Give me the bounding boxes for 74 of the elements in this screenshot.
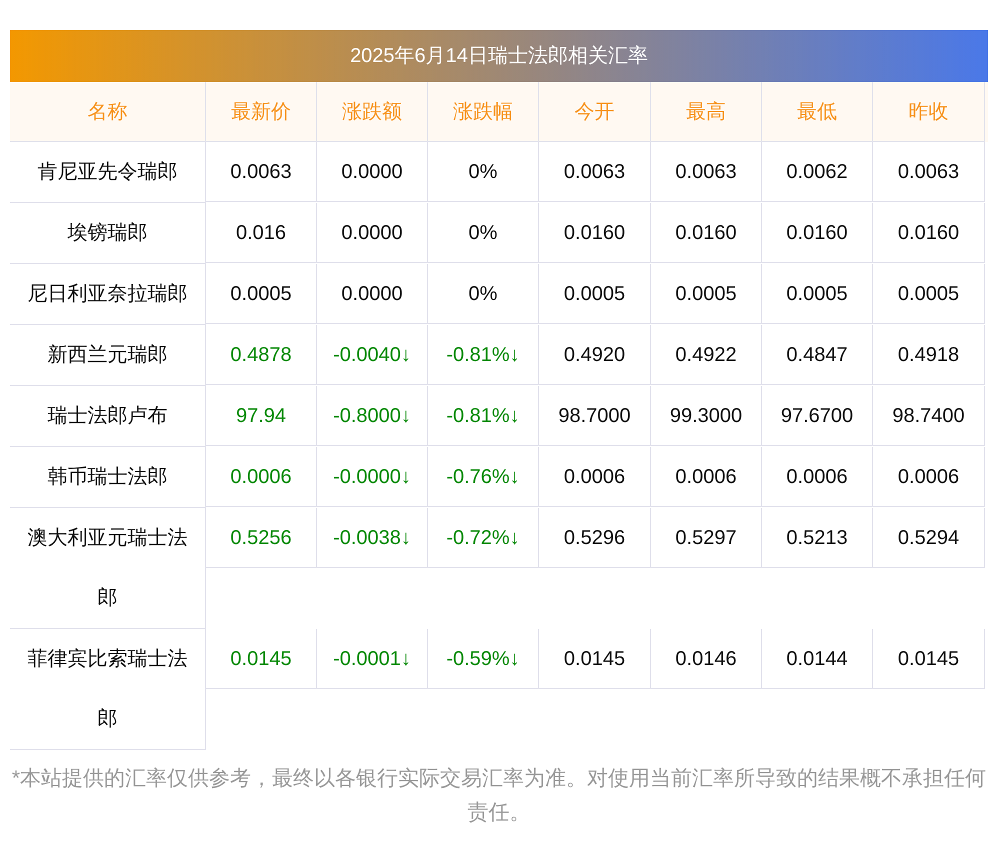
currency-name-cell: 菲律宾比索瑞士法郎 (10, 629, 206, 750)
disclaimer-text: *本站提供的汇率仅供参考，最终以各银行实际交易汇率为准。对使用当前汇率所导致的结果概不承担任何责任。 (10, 766, 988, 826)
table-cell: -0.0000↓ (317, 447, 428, 507)
column-header: 最低 (762, 82, 873, 142)
table-cell: 0.0063 (206, 142, 317, 202)
table-cell: 0.0145 (539, 629, 651, 689)
table-cell: 0.0145 (206, 629, 317, 689)
table-cell: -0.0001↓ (317, 629, 428, 689)
table-cell: -0.0038↓ (317, 508, 428, 568)
table-cell: 0.0005 (539, 264, 651, 324)
currency-name-cell: 新西兰元瑞郎 (10, 325, 206, 386)
currency-name-cell: 尼日利亚奈拉瑞郎 (10, 264, 206, 325)
table-cell: 0.0145 (873, 629, 985, 689)
table-cell: 0.4922 (651, 325, 762, 385)
table-cell: 97.6700 (762, 386, 873, 446)
column-header: 昨收 (873, 82, 985, 142)
table-cell: -0.76%↓ (428, 447, 539, 507)
table-title: 2025年6月14日瑞士法郎相关汇率 (10, 30, 988, 82)
table-cell: 98.7400 (873, 386, 985, 446)
table-cell: 0.0005 (651, 264, 762, 324)
table-cell: 0.016 (206, 203, 317, 263)
table-cell: 0.4847 (762, 325, 873, 385)
table-cell: 0.0006 (206, 447, 317, 507)
table-cell: 0.0063 (651, 142, 762, 202)
table-cell: 0.0005 (873, 264, 985, 324)
table-cell: -0.81%↓ (428, 325, 539, 385)
currency-name-cell: 韩币瑞士法郎 (10, 447, 206, 508)
table-cell: 0.0006 (873, 447, 985, 507)
table-cell: 0.0160 (651, 203, 762, 263)
table-cell: -0.0040↓ (317, 325, 428, 385)
table-cell: 97.94 (206, 386, 317, 446)
table-cell: 0.0000 (317, 264, 428, 324)
table-cell: 0.0000 (317, 142, 428, 202)
table-cell: 98.7000 (539, 386, 651, 446)
table-cell: 0.5296 (539, 508, 651, 568)
table-cell: 0.5256 (206, 508, 317, 568)
column-header: 最新价 (206, 82, 317, 142)
table-cell: 0.0146 (651, 629, 762, 689)
table-cell: 0.0000 (317, 203, 428, 263)
table-cell: 0.5297 (651, 508, 762, 568)
table-cell: 0% (428, 142, 539, 202)
table-cell: -0.81%↓ (428, 386, 539, 446)
table-cell: 0.4920 (539, 325, 651, 385)
table-cell: 0.0006 (762, 447, 873, 507)
table-cell: -0.72%↓ (428, 508, 539, 568)
table-cell: 0.0006 (539, 447, 651, 507)
table-cell: 0.0063 (873, 142, 985, 202)
table-cell: 0.0005 (762, 264, 873, 324)
table-cell: 0.0160 (539, 203, 651, 263)
table-cell: 99.3000 (651, 386, 762, 446)
table-cell: 0.0160 (873, 203, 985, 263)
table-cell: 0.0062 (762, 142, 873, 202)
column-header: 涨跌额 (317, 82, 428, 142)
column-header: 最高 (651, 82, 762, 142)
table-cell: 0.4878 (206, 325, 317, 385)
table-cell: 0.0063 (539, 142, 651, 202)
table-cell: 0% (428, 264, 539, 324)
table-cell: 0.5213 (762, 508, 873, 568)
currency-name-cell: 澳大利亚元瑞士法郎 (10, 508, 206, 629)
table-cell: 0.4918 (873, 325, 985, 385)
table-cell: 0.0005 (206, 264, 317, 324)
table-cell: -0.59%↓ (428, 629, 539, 689)
currency-name-cell: 埃镑瑞郎 (10, 203, 206, 264)
currency-name-cell: 瑞士法郎卢布 (10, 386, 206, 447)
currency-name-cell: 肯尼亚先令瑞郎 (10, 142, 206, 203)
table-cell: 0% (428, 203, 539, 263)
table-cell: 0.0160 (762, 203, 873, 263)
column-header: 名称 (10, 82, 206, 142)
column-header: 涨跌幅 (428, 82, 539, 142)
table-cell: -0.8000↓ (317, 386, 428, 446)
table-cell: 0.5294 (873, 508, 985, 568)
table-cell: 0.0144 (762, 629, 873, 689)
column-header: 今开 (539, 82, 651, 142)
table-cell: 0.0006 (651, 447, 762, 507)
